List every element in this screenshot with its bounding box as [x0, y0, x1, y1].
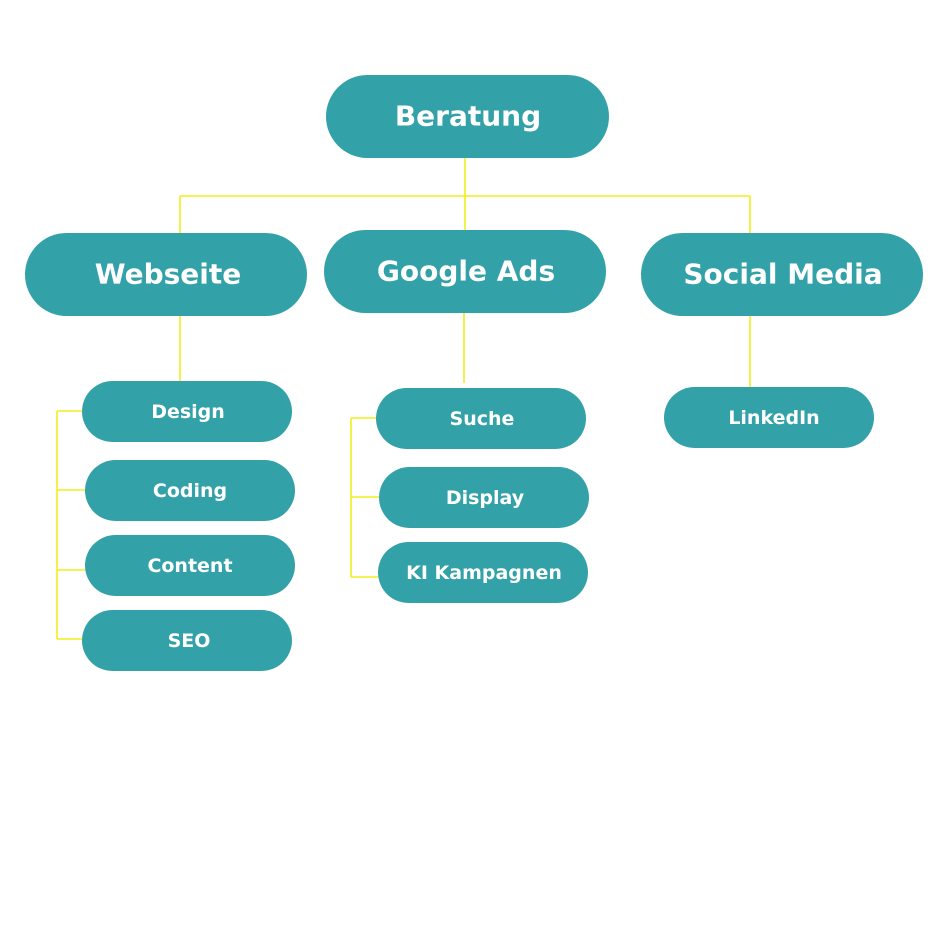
node-label: Social Media: [683, 258, 882, 291]
node-social-media: Social Media: [641, 233, 923, 316]
node-label: LinkedIn: [728, 407, 819, 429]
node-content: Content: [85, 535, 295, 596]
node-suche: Suche: [376, 388, 586, 449]
node-label: Suche: [450, 408, 515, 430]
node-label: Webseite: [95, 258, 242, 291]
node-beratung: Beratung: [326, 75, 609, 158]
connector-root: [179, 158, 751, 233]
node-google-ads: Google Ads: [324, 230, 606, 313]
node-display: Display: [379, 467, 589, 528]
org-diagram: Beratung Webseite Google Ads Social Medi…: [25, 75, 923, 671]
node-label: Beratung: [395, 100, 541, 133]
node-label: Google Ads: [377, 255, 555, 288]
node-linkedin: LinkedIn: [664, 387, 874, 448]
node-label: SEO: [168, 630, 211, 652]
node-coding: Coding: [85, 460, 295, 521]
node-label: Display: [446, 487, 525, 509]
node-seo: SEO: [82, 610, 292, 671]
node-ki-kampagnen: KI Kampagnen: [378, 542, 588, 603]
node-label: Design: [151, 401, 225, 423]
node-design: Design: [82, 381, 292, 442]
node-label: Coding: [153, 480, 227, 502]
node-webseite: Webseite: [25, 233, 307, 316]
node-label: Content: [147, 555, 232, 577]
node-label: KI Kampagnen: [406, 562, 562, 584]
